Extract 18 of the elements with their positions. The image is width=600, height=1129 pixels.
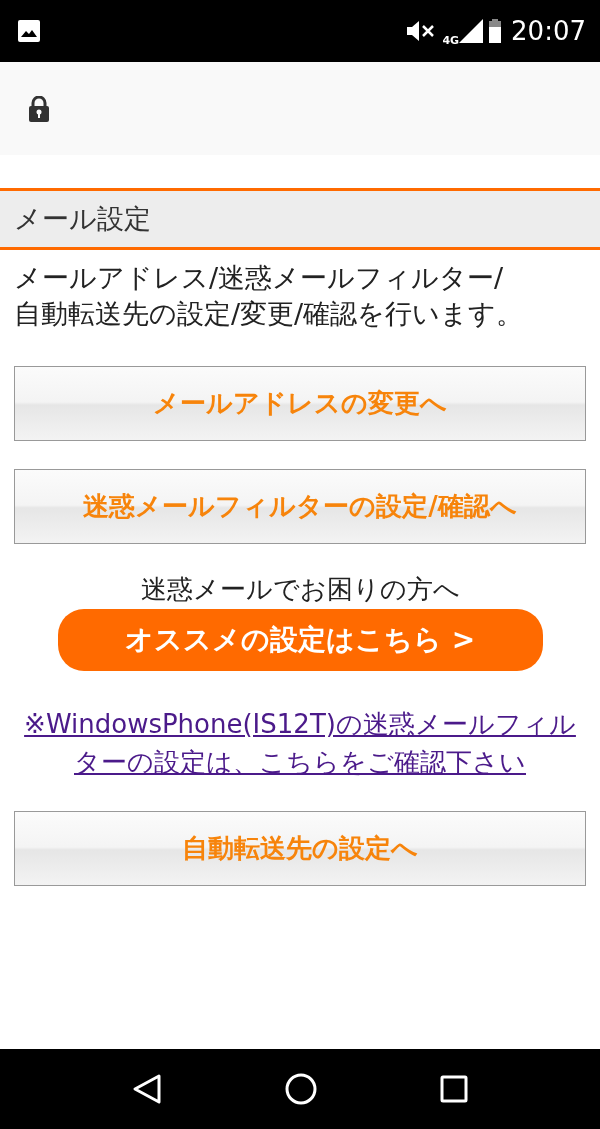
- menu-button[interactable]: 自動転送先の設定へ: [14, 811, 586, 886]
- home-icon[interactable]: [285, 1073, 317, 1105]
- mute-icon: [406, 20, 437, 42]
- settings-link[interactable]: ※WindowsPhone(IS12T)の迷惑メールフィルターの設定は、こちらをご確認下さい: [24, 705, 576, 781]
- recommended-settings-button[interactable]: オススメの設定はこちら >: [57, 609, 543, 671]
- network-label: 4G: [442, 33, 460, 47]
- lock-icon: [29, 95, 49, 122]
- signal-icon: [459, 19, 484, 43]
- menu-button[interactable]: メールアドレスの変更へ: [14, 366, 586, 441]
- description-text: メールアドレス/迷惑メールフィルター/自動転送先の設定/変更/確認を行います。: [14, 261, 525, 331]
- recents-icon[interactable]: [440, 1075, 469, 1103]
- clock-time: 20:07: [511, 16, 586, 46]
- promo-caption: 迷惑メールでお困りの方へ: [139, 573, 461, 606]
- menu-button[interactable]: 迷惑メールフィルターの設定/確認へ: [14, 469, 586, 544]
- image-icon: [18, 20, 40, 42]
- battery-icon: [489, 19, 502, 43]
- back-icon[interactable]: [131, 1073, 162, 1105]
- section-header: メール設定: [0, 188, 600, 250]
